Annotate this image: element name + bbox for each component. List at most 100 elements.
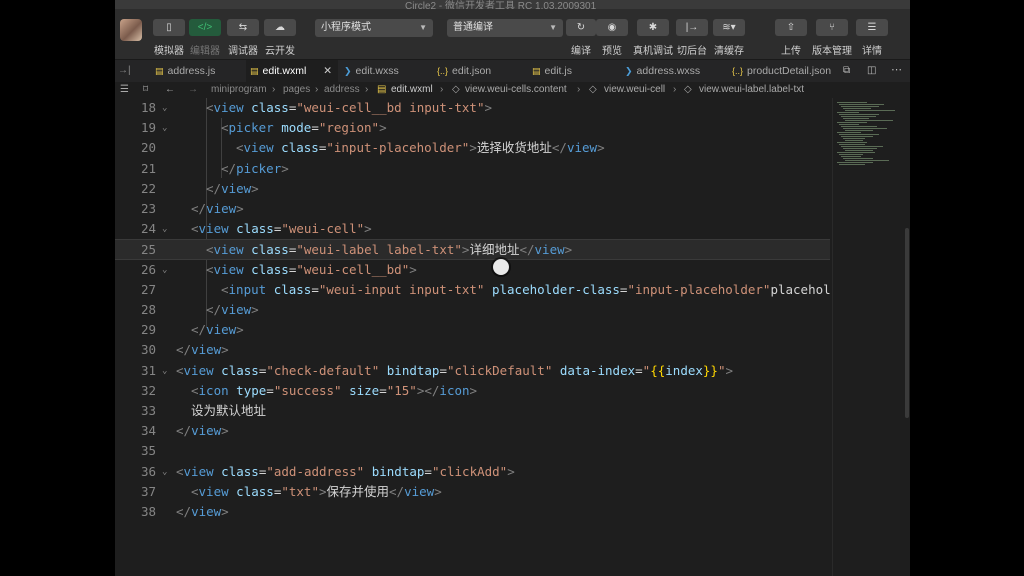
minimap-line	[837, 162, 873, 163]
minimap[interactable]	[832, 98, 910, 576]
breadcrumb-item[interactable]: address	[324, 82, 360, 98]
tab-address-js[interactable]: ▤ address.js	[151, 60, 249, 82]
tab-edit-wxss[interactable]: ❯ edit.wxss	[340, 60, 432, 82]
fold-chevron-icon[interactable]: ⌄	[162, 219, 167, 239]
switch-icon: |→	[685, 22, 699, 33]
code-line[interactable]: 29 </view>	[115, 320, 830, 340]
breadcrumb-item[interactable]: view.weui-cells.content	[465, 82, 567, 98]
code-line[interactable]: 22 </view>	[115, 179, 830, 199]
code-line[interactable]: 30 </view>	[115, 340, 830, 360]
outline-icon[interactable]: ☰	[120, 82, 129, 98]
code-text: <view class="weui-cell__bd input-txt">	[206, 100, 493, 115]
breadcrumb-separator: ›	[577, 84, 581, 95]
details-button[interactable]: ☰	[856, 19, 888, 36]
code-line[interactable]: 24 ⌄ <view class="weui-cell">	[115, 219, 830, 239]
forward-icon[interactable]: →	[188, 82, 198, 98]
line-number: 23	[140, 201, 156, 216]
remote-debug-button[interactable]: ✱	[637, 19, 669, 36]
remote-debug-label: 真机调试	[633, 46, 673, 57]
code-line[interactable]: 25 <view class="weui-label label-txt">详细地…	[115, 239, 830, 260]
main-toolbar: ▯ 模拟器 </> 编辑器 ⇆ 调试器 ☁ 云开发 小程序模式 ▼ 普通编译 ▼…	[115, 9, 910, 60]
split-editor-icon[interactable]: ◫	[867, 65, 876, 76]
fold-chevron-icon[interactable]: ⌄	[162, 361, 167, 381]
simulator-button[interactable]: ▯	[153, 19, 185, 36]
minimap-line	[841, 146, 883, 147]
minimap-line	[845, 120, 893, 121]
fold-chevron-icon[interactable]: ⌄	[162, 98, 167, 118]
line-number: 24	[140, 221, 156, 237]
mode-select[interactable]: 小程序模式 ▼	[315, 19, 433, 37]
collapse-sidebar-icon[interactable]: →|	[118, 65, 131, 76]
minimap-line	[837, 122, 867, 123]
code-text: <view class="txt">保存并使用</view>	[191, 483, 442, 499]
cloud-button[interactable]: ☁	[264, 19, 296, 36]
minimap-line	[839, 124, 859, 125]
close-icon[interactable]: ✕	[323, 60, 332, 82]
code-line[interactable]: 32 <icon type="success" size="15"></icon>	[115, 381, 830, 401]
compile-label: 编译	[571, 46, 591, 57]
editor-button[interactable]: </>	[189, 19, 221, 36]
version-button[interactable]: ⑂	[816, 19, 848, 36]
css-icon: ❯	[625, 66, 633, 76]
background-button[interactable]: |→	[676, 19, 708, 36]
code-line[interactable]: 28 </view>	[115, 300, 830, 320]
minimap-line	[843, 118, 869, 119]
breadcrumb-item[interactable]: view.weui-cell	[604, 82, 665, 98]
code-line[interactable]: 26 ⌄ <view class="weui-cell__bd">	[115, 260, 830, 280]
tab-edit-json[interactable]: {..} edit.json	[433, 60, 525, 82]
code-line[interactable]: 19 ⌄ <picker mode="region">	[115, 118, 830, 138]
code-line[interactable]: 21 </picker>	[115, 159, 830, 179]
breadcrumb-item[interactable]: edit.wxml	[391, 82, 433, 98]
breadcrumb-item[interactable]: miniprogram	[211, 82, 267, 98]
line-number: 30	[140, 342, 156, 358]
code-line[interactable]: 23 </view>	[115, 199, 830, 219]
tab-edit-wxml[interactable]: ▤ edit.wxml ✕	[246, 60, 338, 82]
chevron-down-icon: ▼	[419, 23, 427, 32]
background-label: 切后台	[677, 46, 707, 57]
code-text: <icon type="success" size="15"></icon>	[191, 382, 478, 398]
minimap-line	[841, 126, 877, 127]
code-icon: </>	[197, 22, 213, 33]
upload-button[interactable]: ⇧	[775, 19, 807, 36]
fold-chevron-icon[interactable]: ⌄	[162, 462, 167, 482]
code-line[interactable]: 33 设为默认地址	[115, 401, 830, 421]
compile-select-value: 普通编译	[453, 22, 493, 33]
cloud-icon: ☁	[275, 22, 285, 33]
tab-edit-js[interactable]: ▤ edit.js	[528, 60, 620, 82]
breadcrumb-item[interactable]: view.weui-label.label-txt	[699, 82, 804, 98]
compile-button[interactable]: ↻	[566, 19, 596, 36]
code-line[interactable]: 36 ⌄ <view class="add-address" bindtap="cl…	[115, 462, 830, 482]
bookmark-icon[interactable]: ⌑	[143, 82, 148, 98]
vertical-scrollbar[interactable]	[905, 228, 909, 418]
code-line[interactable]: 34 </view>	[115, 421, 830, 441]
back-icon[interactable]: ←	[165, 82, 175, 98]
code-line[interactable]: 27 <input class="weui-input input-txt" pl…	[115, 280, 831, 300]
minimap-line	[837, 152, 875, 153]
code-line[interactable]: 38 </view>	[115, 502, 830, 522]
code-text: <view class="check-default" bindtap="cli…	[176, 362, 734, 378]
tab-address-wxss[interactable]: ❯ address.wxss	[621, 60, 727, 82]
debugger-button[interactable]: ⇆	[227, 19, 259, 36]
code-line[interactable]: 31 ⌄ <view class="check-default" bindtap="…	[115, 361, 830, 381]
line-number: 31	[140, 362, 156, 378]
compile-select[interactable]: 普通编译 ▼	[447, 19, 563, 37]
code-line[interactable]: 20 <view class="input-placeholder">选择收货地址…	[115, 138, 830, 158]
more-icon[interactable]: ⋯	[891, 63, 902, 76]
minimap-line	[843, 158, 873, 159]
tab-productdetail-json[interactable]: {..} productDetail.json	[728, 60, 837, 82]
code-text: </view>	[191, 201, 244, 216]
breadcrumb-item[interactable]: pages	[283, 82, 310, 98]
compare-icon[interactable]: ⧉	[843, 65, 850, 76]
code-line[interactable]: 18 ⌄ <view class="weui-cell__bd input-txt"…	[115, 98, 830, 118]
menu-icon: ☰	[867, 22, 877, 33]
avatar[interactable]	[120, 19, 142, 41]
fold-chevron-icon[interactable]: ⌄	[162, 118, 167, 138]
code-line[interactable]: 35	[115, 441, 830, 461]
clear-cache-button[interactable]: ≋▾	[713, 19, 745, 36]
fold-chevron-icon[interactable]: ⌄	[162, 260, 167, 280]
code-editor[interactable]: 18 ⌄ <view class="weui-cell__bd input-txt"…	[115, 98, 910, 576]
preview-button[interactable]: ◉	[596, 19, 628, 36]
minimap-line	[845, 160, 889, 161]
line-number: 27	[140, 281, 156, 297]
code-line[interactable]: 37 <view class="txt">保存并使用</view>	[115, 482, 830, 502]
